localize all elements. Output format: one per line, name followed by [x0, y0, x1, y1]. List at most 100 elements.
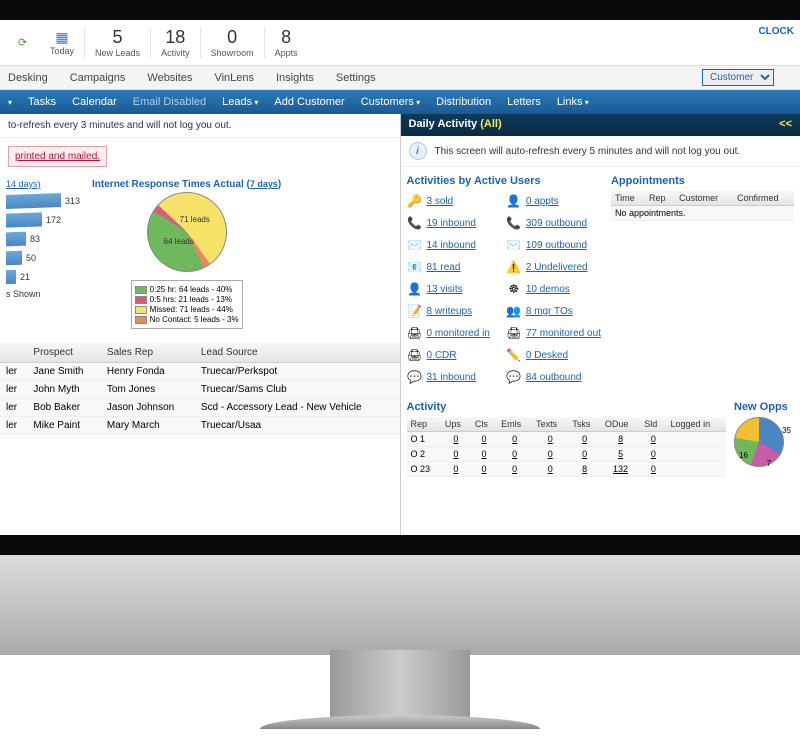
activity-icon: 📞 [407, 215, 423, 231]
activities-grid: 🔑3 sold👤0 appts📞19 inbound📞309 outbound✉… [407, 191, 601, 387]
bar-chart: 14 days) 313172835021 s Shown [6, 179, 80, 329]
activity-icon: ✉️ [506, 237, 522, 253]
table-row[interactable]: O 23000081320 [407, 462, 727, 477]
main-nav: Desking Campaigns Websites VinLens Insig… [0, 66, 800, 90]
activity-icon: ✏️ [506, 347, 522, 363]
table-row[interactable]: O 20000050 [407, 447, 727, 462]
collapse-button[interactable]: << [779, 118, 792, 130]
appointments-table: Time Rep Customer Confirmed No appointme… [611, 191, 794, 221]
calendar-icon: ▦ [55, 29, 68, 46]
stat-new-leads[interactable]: 5New Leads [84, 27, 150, 58]
stat-appts[interactable]: 8Appts [264, 27, 308, 58]
pie-title: Internet Response Times Actual [92, 179, 244, 190]
activity-icon: 💬 [407, 369, 423, 385]
bar-chart-footer: s Shown [6, 289, 80, 299]
activity-item[interactable]: 🖨0 monitored in [407, 323, 490, 343]
no-appointments: No appointments. [611, 206, 794, 221]
activity-icon: 📞 [506, 215, 522, 231]
activity-icon: 🖨 [506, 325, 522, 341]
subnav-links[interactable]: Links [557, 96, 589, 108]
activity-item[interactable]: 👤13 visits [407, 279, 490, 299]
clock-link[interactable]: CLOCK [758, 26, 794, 37]
daily-activity-header: Daily Activity (All) << [401, 114, 800, 136]
activity-item[interactable]: ✏️0 Desked [506, 345, 601, 365]
subnav-letters[interactable]: Letters [507, 96, 541, 108]
activity-item[interactable]: 🔑3 sold [407, 191, 490, 211]
subnav-customers[interactable]: Customers [361, 96, 420, 108]
activity-item[interactable]: ✉️109 outbound [506, 235, 601, 255]
info-icon: i [409, 142, 427, 160]
activity-item[interactable]: ⚠️2 Undelivered [506, 257, 601, 277]
activity-item[interactable]: ✉️14 inbound [407, 235, 490, 255]
activity-icon: 📧 [407, 259, 423, 275]
right-info-text: This screen will auto-refresh every 5 mi… [435, 146, 741, 157]
activity-title: Activity [407, 401, 727, 413]
activity-icon: 👤 [407, 281, 423, 297]
subnav-calendar[interactable]: Calendar [72, 96, 117, 108]
activity-item[interactable]: 📞19 inbound [407, 213, 490, 233]
print-mail-notice[interactable]: printed and mailed. [8, 146, 107, 167]
nav-insights[interactable]: Insights [276, 72, 314, 84]
col-prospect[interactable]: Prospect [27, 343, 101, 363]
col-leadsource[interactable]: Lead Source [195, 343, 400, 363]
nav-settings[interactable]: Settings [336, 72, 376, 84]
subnav-email-disabled: Email Disabled [133, 96, 206, 108]
table-row[interactable]: lerMike PaintMary MarchTruecar/Usaa [0, 417, 400, 435]
pie-graphic: 71 leads 64 leads [147, 192, 227, 272]
subnav-leads[interactable]: Leads [222, 96, 258, 108]
nav-campaigns[interactable]: Campaigns [70, 72, 126, 84]
bar-row: 50 [6, 251, 80, 265]
activity-icon: 💬 [506, 369, 522, 385]
all-filter[interactable]: (All) [480, 118, 501, 130]
table-row[interactable]: O 10000080 [407, 432, 727, 447]
table-row[interactable]: lerBob BakerJason JohnsonScd - Accessory… [0, 399, 400, 417]
activity-icon: ⚠️ [506, 259, 522, 275]
appointments-title: Appointments [611, 175, 794, 187]
activity-item[interactable]: 🖨0 CDR [407, 345, 490, 365]
activity-icon: ☸ [506, 281, 522, 297]
activity-item[interactable]: 👤0 appts [506, 191, 601, 211]
today-item[interactable]: ▦ Today [40, 29, 84, 56]
stat-activity[interactable]: 18Activity [150, 27, 200, 58]
activity-item[interactable]: 📧81 read [407, 257, 490, 277]
subnav-distribution[interactable]: Distribution [436, 96, 491, 108]
table-row[interactable]: lerJane SmithHenry FondaTruecar/Perkspot [0, 363, 400, 381]
refresh-icon[interactable]: ⟳ [18, 36, 32, 50]
bar-row: 172 [6, 213, 80, 227]
activity-icon: ✉️ [407, 237, 423, 253]
sub-nav: Tasks Calendar Email Disabled Leads Add … [0, 90, 800, 114]
activity-item[interactable]: 📞309 outbound [506, 213, 601, 233]
activity-item[interactable]: 🖨77 monitored out [506, 323, 601, 343]
nav-desking[interactable]: Desking [8, 72, 48, 84]
subnav-dropdown[interactable] [8, 96, 12, 108]
nav-websites[interactable]: Websites [147, 72, 192, 84]
activity-item[interactable]: 👥8 mgr TOs [506, 301, 601, 321]
subnav-tasks[interactable]: Tasks [28, 96, 56, 108]
bar-chart-subtitle[interactable]: 14 days) [6, 179, 80, 189]
activity-item[interactable]: 💬31 inbound [407, 367, 490, 387]
customer-select[interactable]: Customer [702, 69, 774, 86]
top-stats-bar: ⟳ ▦ Today 5New Leads 18Activity 0Showroo… [0, 20, 800, 66]
bar-row: 21 [6, 270, 80, 284]
prospects-table: Prospect Sales Rep Lead Source lerJane S… [0, 343, 400, 435]
subnav-add-customer[interactable]: Add Customer [274, 96, 344, 108]
left-info-bar: to-refresh every 3 minutes and will not … [0, 114, 400, 138]
today-label: Today [50, 46, 74, 56]
activity-icon: 🖨 [407, 347, 423, 363]
col-salesrep[interactable]: Sales Rep [101, 343, 195, 363]
right-pane: Daily Activity (All) << i This screen wi… [401, 114, 800, 535]
activity-item[interactable]: ☸10 demos [506, 279, 601, 299]
activity-item[interactable]: 💬84 outbound [506, 367, 601, 387]
nav-vinlens[interactable]: VinLens [214, 72, 254, 84]
newopps-title: New Opps [734, 401, 794, 413]
activity-icon: 📝 [407, 303, 423, 319]
pie-subtitle[interactable]: 7 days [250, 179, 278, 189]
right-info-bar: i This screen will auto-refresh every 5 … [401, 136, 800, 167]
stat-showroom[interactable]: 0Showroom [200, 27, 264, 58]
bar-row: 313 [6, 194, 80, 208]
pie-chart: Internet Response Times Actual (7 days) … [92, 179, 281, 329]
activity-item[interactable]: 📝8 writeups [407, 301, 490, 321]
activity-icon: 🔑 [407, 193, 423, 209]
activity-table: RepUpsClsEmlsTextsTsksODueSldLogged in O… [407, 417, 727, 477]
table-row[interactable]: lerJohn MythTom JonesTruecar/Sams Club [0, 381, 400, 399]
